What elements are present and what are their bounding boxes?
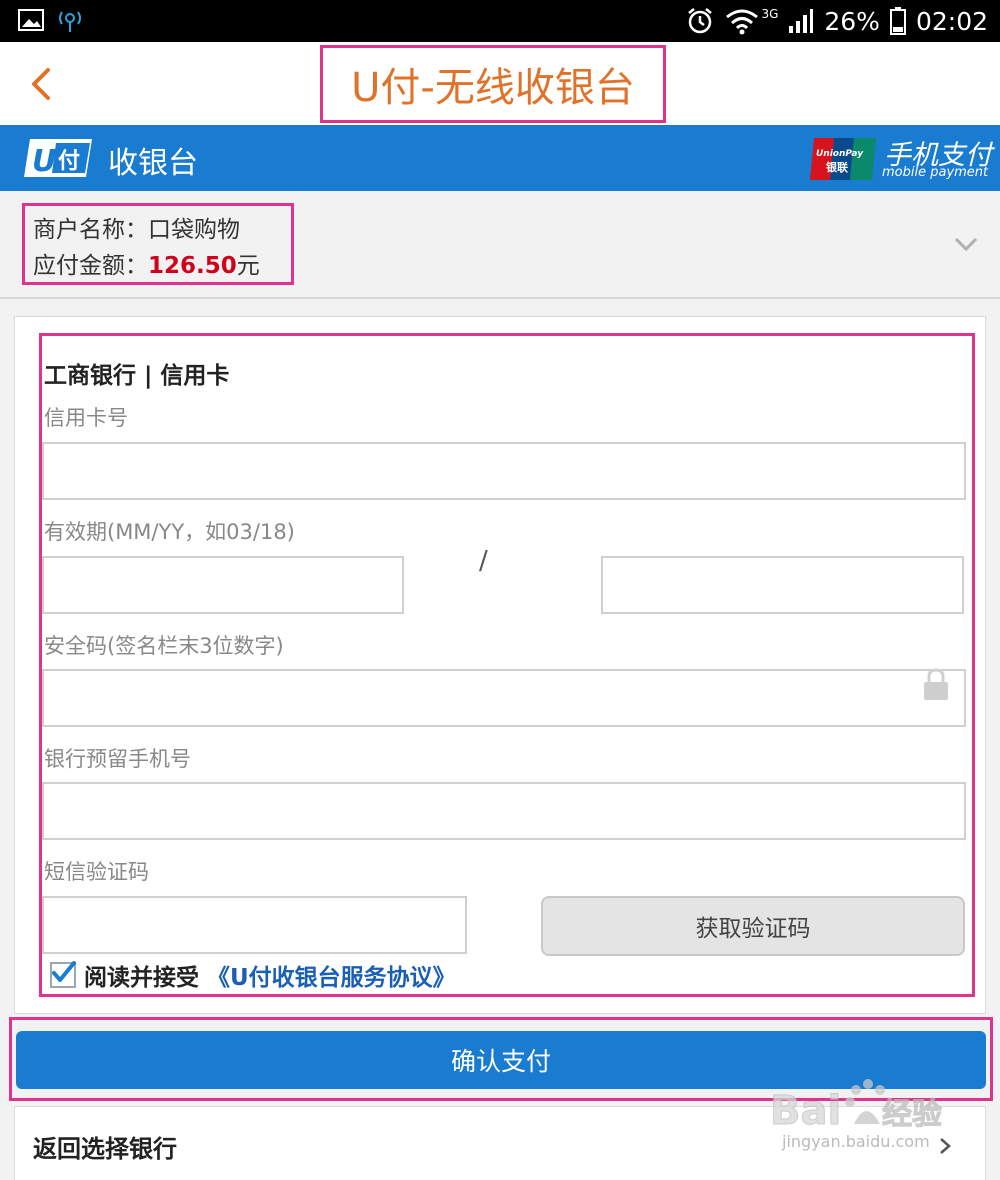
amount-value: 126.50 — [148, 253, 237, 279]
expiry-month-input[interactable] — [42, 556, 404, 614]
merchant-info-highlight: 商户名称：口袋购物 应付金额：126.50元 — [22, 203, 294, 285]
page-title: U付-无线收银台 — [351, 65, 635, 111]
svg-text:银联: 银联 — [826, 160, 848, 174]
checkmark-icon — [52, 961, 76, 982]
back-to-bank-label: 返回选择银行 — [33, 1135, 177, 1163]
merchant-name-row: 商户名称：口袋购物 — [33, 212, 291, 248]
mobile-payment-en: mobile payment — [882, 165, 989, 180]
alarm-icon — [688, 8, 713, 34]
amount-row: 应付金额：126.50元 — [33, 248, 291, 284]
svg-text:U: U — [32, 144, 56, 179]
sms-code-label: 短信验证码 — [44, 860, 149, 884]
merchant-name: 口袋购物 — [148, 217, 240, 243]
clock: 02:02 — [915, 6, 988, 36]
cashier-label: 收银台 — [108, 146, 198, 181]
merchant-info[interactable]: 商户名称：口袋购物 应付金额：126.50元 — [0, 191, 1000, 299]
signal-icon — [789, 9, 814, 33]
bank-title: 工商银行 | 信用卡 — [44, 363, 230, 389]
watermark-url: jingyan.baidu.com — [782, 1132, 930, 1151]
merchant-name-label: 商户名称： — [33, 217, 148, 243]
agreement-row: 阅读并接受 《U付收银台服务协议》 — [50, 958, 456, 992]
network-type: 3G — [761, 7, 779, 21]
status-left-icons — [18, 8, 98, 38]
expiry-year-input[interactable] — [601, 556, 964, 614]
phone-label: 银行预留手机号 — [44, 747, 191, 771]
status-bar: 3G 26% 02:02 — [0, 0, 1000, 42]
status-right: 3G 26% 02:02 — [685, 0, 988, 42]
cvv-input[interactable] — [42, 669, 966, 727]
chevron-down-icon[interactable] — [954, 235, 978, 253]
gallery-icon — [18, 9, 81, 32]
card-form-highlight: 工商银行 | 信用卡 信用卡号 有效期(MM/YY，如03/18) / 安全码(… — [39, 333, 975, 997]
get-code-button[interactable]: 获取验证码 — [541, 896, 965, 956]
svg-text:经验: 经验 — [882, 1097, 942, 1132]
agree-checkbox[interactable] — [50, 961, 76, 988]
chevron-left-icon — [32, 68, 50, 100]
card-number-input[interactable] — [42, 442, 966, 500]
cashier-banner: U 付 收银台 UnionPay 银联 手机支付 mobile payment — [0, 125, 1000, 191]
unionpay-logo: UnionPay 银联 — [810, 138, 876, 180]
card-number-label: 信用卡号 — [44, 406, 128, 430]
lock-icon — [924, 668, 948, 700]
expiry-separator: / — [479, 546, 488, 576]
title-bar: U付-无线收银台 — [0, 42, 1000, 125]
upay-logo: U 付 — [24, 139, 92, 179]
back-button[interactable] — [22, 62, 66, 106]
amount-label: 应付金额： — [33, 253, 148, 279]
svg-text:付: 付 — [58, 149, 80, 174]
phone-input[interactable] — [42, 782, 966, 840]
svg-text:UnionPay: UnionPay — [816, 149, 864, 159]
service-agreement-link[interactable]: 《U付收银台服务协议》 — [207, 958, 456, 992]
card-form: 工商银行 | 信用卡 信用卡号 有效期(MM/YY，如03/18) / 安全码(… — [14, 316, 986, 1014]
battery-icon — [889, 7, 906, 35]
agree-text: 阅读并接受 — [84, 965, 199, 991]
page-title-highlight: U付-无线收银台 — [320, 45, 666, 123]
cvv-label: 安全码(签名栏末3位数字) — [44, 634, 284, 658]
battery-percent: 26% — [824, 6, 880, 36]
wifi-icon — [726, 9, 759, 35]
svg-text:Bai: Bai — [770, 1088, 841, 1134]
payment-page: 3G 26% 02:02 U付-无线收银台 U 付 收银台 UnionPay 银… — [0, 0, 1000, 1180]
amount-unit: 元 — [236, 253, 260, 279]
expiry-label: 有效期(MM/YY，如03/18) — [44, 520, 295, 544]
sms-code-input[interactable] — [42, 896, 467, 954]
